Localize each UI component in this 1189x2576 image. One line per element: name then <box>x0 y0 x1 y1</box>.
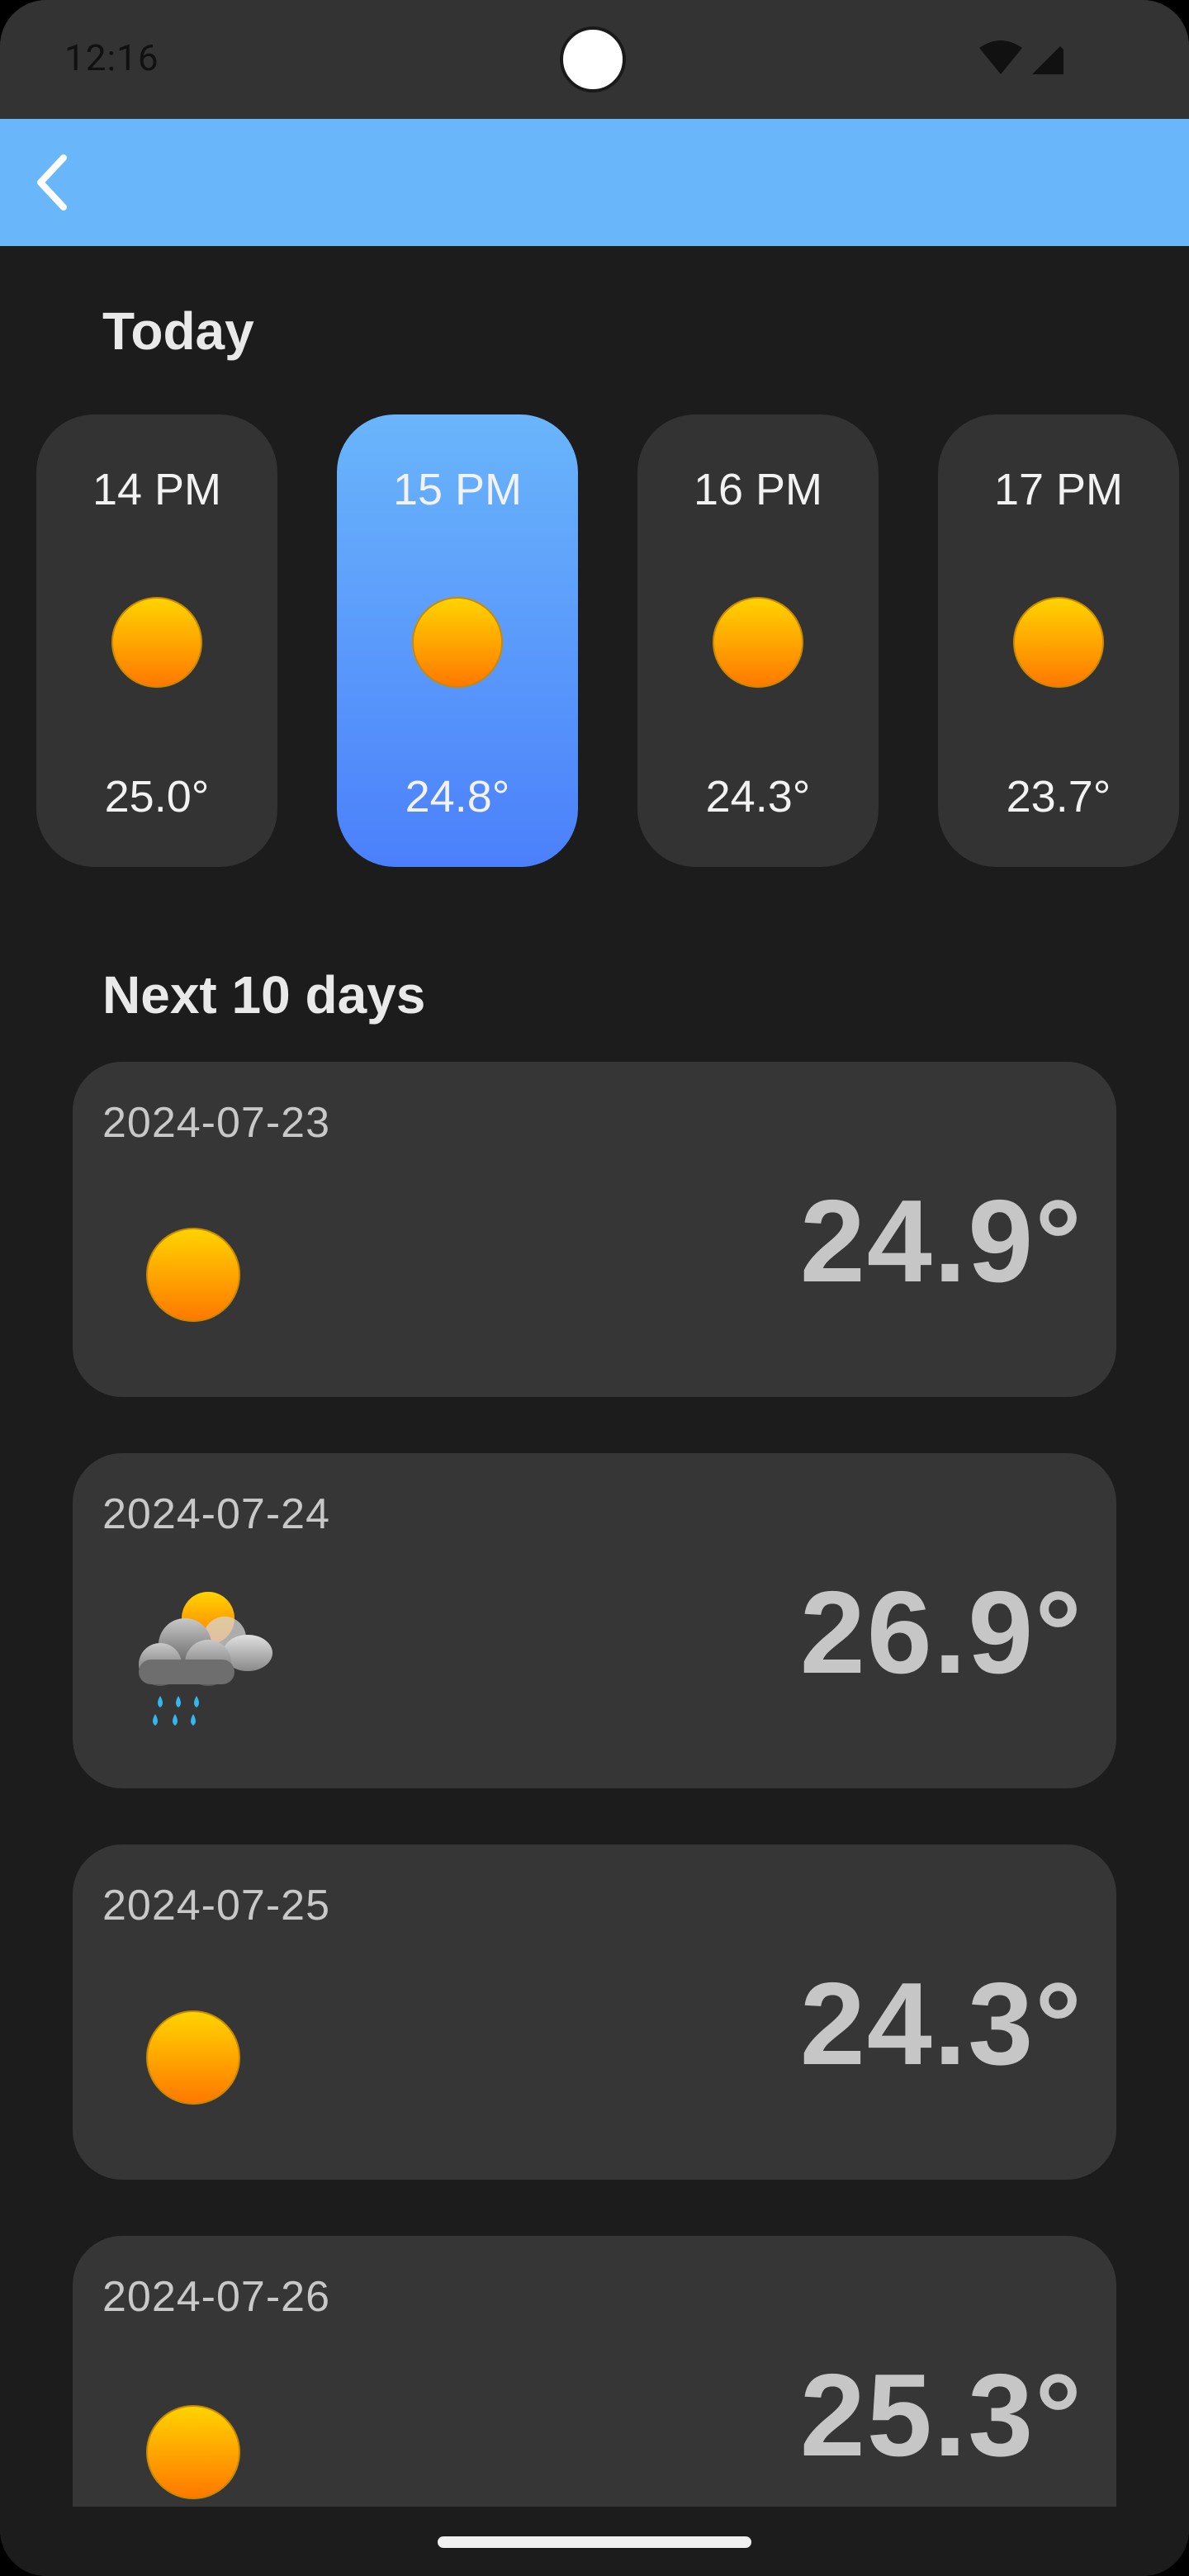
hour-label: 16 PM <box>693 465 823 514</box>
day-date: 2024-07-26 <box>102 2273 330 2321</box>
day-date: 2024-07-25 <box>102 1882 330 1930</box>
day-card[interactable]: 2024-07-24 26.9° <box>73 1453 1116 1788</box>
hour-card[interactable]: 17 PM 23.7° <box>938 414 1179 867</box>
day-temp: 24.3° <box>799 1958 1083 2090</box>
weather-screen: 12:16 Today 14 PM 25.0° 15 PM 24.8° 16 P… <box>0 0 1189 2576</box>
next-days-title: Next 10 days <box>102 965 426 1025</box>
back-button[interactable] <box>15 145 89 220</box>
hour-temp: 24.8° <box>405 772 510 822</box>
home-indicator[interactable] <box>438 2536 751 2548</box>
sun-icon <box>146 2010 240 2105</box>
status-bar: 12:16 <box>0 0 1189 119</box>
day-temp: 24.9° <box>799 1176 1083 1307</box>
sun-icon <box>713 597 803 688</box>
hour-label: 15 PM <box>392 465 523 514</box>
day-date: 2024-07-24 <box>102 1490 330 1538</box>
sun-icon <box>412 597 503 688</box>
day-temp: 25.3° <box>799 2350 1083 2481</box>
today-title: Today <box>102 301 254 361</box>
day-card[interactable]: 2024-07-23 24.9° <box>73 1062 1116 1397</box>
sun-icon <box>111 597 202 688</box>
sun-icon <box>146 2405 240 2499</box>
day-card[interactable]: 2024-07-25 24.3° <box>73 1844 1116 2180</box>
wifi-icon <box>979 40 1022 74</box>
day-date: 2024-07-23 <box>102 1099 330 1147</box>
sun-cloud-rain-icon <box>139 1592 272 1726</box>
hour-temp: 25.0° <box>104 772 210 822</box>
signal-icon <box>1032 43 1063 74</box>
status-time: 12:16 <box>64 36 159 79</box>
camera-cutout <box>560 26 626 92</box>
chevron-left-icon <box>37 154 67 211</box>
hour-label: 17 PM <box>993 465 1124 514</box>
hour-card[interactable]: 14 PM 25.0° <box>36 414 277 867</box>
day-temp: 26.9° <box>799 1567 1083 1698</box>
sun-icon <box>146 1228 240 1322</box>
hour-card[interactable]: 16 PM 24.3° <box>637 414 879 867</box>
hour-label: 14 PM <box>92 465 222 514</box>
hour-card-selected[interactable]: 15 PM 24.8° <box>337 414 578 867</box>
hour-temp: 23.7° <box>1006 772 1111 822</box>
status-icons <box>978 40 1065 76</box>
hour-temp: 24.3° <box>705 772 811 822</box>
app-bar <box>0 119 1189 246</box>
sun-icon <box>1013 597 1104 688</box>
